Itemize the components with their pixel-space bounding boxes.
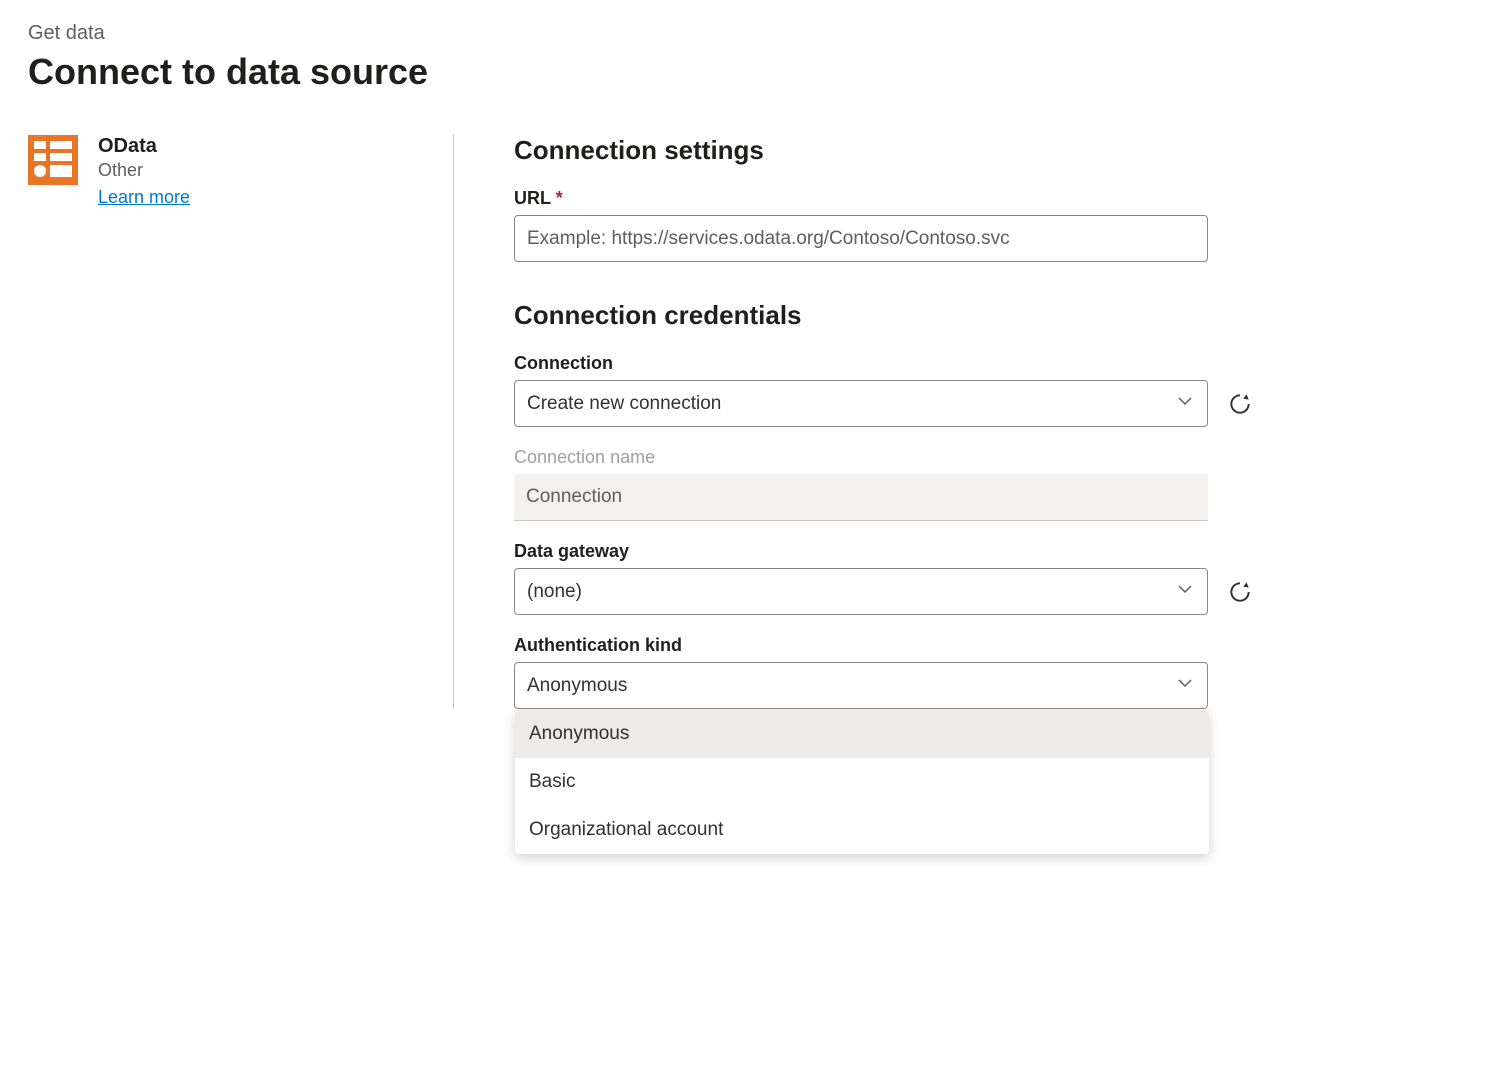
connection-name-label: Connection name [514, 447, 1254, 468]
url-input[interactable] [514, 215, 1208, 262]
connection-name-input [514, 474, 1208, 521]
section-connection-credentials: Connection credentials [514, 300, 1254, 331]
main-panel: Connection settings URL * Connection cre… [453, 135, 1474, 709]
section-connection-settings: Connection settings [514, 135, 1254, 166]
authentication-option-anonymous[interactable]: Anonymous [515, 710, 1209, 758]
odata-connector-icon [28, 135, 78, 185]
data-gateway-refresh-button[interactable] [1226, 578, 1254, 606]
data-gateway-dropdown-value: (none) [527, 581, 582, 603]
authentication-kind-options-list: Anonymous Basic Organizational account [515, 710, 1209, 854]
data-gateway-label: Data gateway [514, 541, 1254, 562]
connection-dropdown-value: Create new connection [527, 393, 721, 415]
authentication-kind-dropdown[interactable]: Anonymous Anonymous Basic Organizational… [514, 662, 1208, 709]
connection-refresh-button[interactable] [1226, 390, 1254, 418]
chevron-down-icon [1177, 581, 1193, 603]
connection-label: Connection [514, 353, 1254, 374]
chevron-down-icon [1177, 675, 1193, 697]
connector-card: OData Other Learn more [28, 135, 425, 208]
page-title: Connect to data source [28, 51, 1474, 93]
sidebar: OData Other Learn more [28, 135, 453, 709]
connection-dropdown[interactable]: Create new connection [514, 380, 1208, 427]
authentication-option-basic[interactable]: Basic [515, 758, 1209, 806]
breadcrumb: Get data [28, 22, 1474, 45]
data-gateway-dropdown[interactable]: (none) [514, 568, 1208, 615]
connector-category: Other [98, 160, 190, 181]
authentication-kind-dropdown-value: Anonymous [527, 675, 627, 697]
learn-more-link[interactable]: Learn more [98, 187, 190, 208]
chevron-down-icon [1177, 393, 1193, 415]
required-indicator: * [556, 188, 563, 208]
authentication-kind-label: Authentication kind [514, 635, 1254, 656]
authentication-option-organizational[interactable]: Organizational account [515, 806, 1209, 854]
connector-name: OData [98, 135, 190, 158]
url-label: URL * [514, 188, 1254, 209]
